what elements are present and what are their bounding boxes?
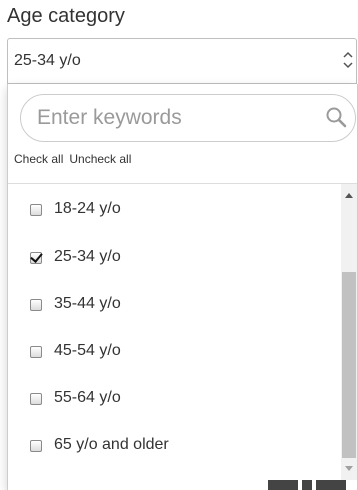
uncheck-all-link[interactable]: Uncheck all xyxy=(69,152,131,166)
checkbox[interactable] xyxy=(30,204,42,216)
option-65-plus[interactable]: 65 y/o and older xyxy=(8,426,340,472)
option-label: 55-64 y/o xyxy=(54,389,121,406)
field-label: Age category xyxy=(7,5,125,27)
scroll-down-arrow-icon[interactable] xyxy=(345,466,353,471)
checkbox[interactable] xyxy=(30,393,42,405)
scrollbar-thumb[interactable] xyxy=(342,272,356,458)
scrollbar[interactable] xyxy=(341,184,357,480)
age-category-filter: Age category 25-34 y/o Check all Uncheck … xyxy=(0,0,358,490)
options-list: 18-24 y/o 25-34 y/o 35-44 y/o 45-54 y/o … xyxy=(8,184,340,484)
checkbox[interactable] xyxy=(30,346,42,358)
bulk-actions: Check all Uncheck all xyxy=(14,152,131,166)
age-category-select[interactable]: 25-34 y/o xyxy=(7,38,357,84)
checkbox[interactable] xyxy=(30,252,42,264)
check-all-link[interactable]: Check all xyxy=(14,152,63,166)
search-input[interactable] xyxy=(37,105,307,131)
checkbox[interactable] xyxy=(30,440,42,452)
search-icon[interactable] xyxy=(325,106,347,128)
selected-value: 25-34 y/o xyxy=(14,52,81,69)
checkbox[interactable] xyxy=(30,299,42,311)
search-box xyxy=(20,94,356,142)
option-35-44[interactable]: 35-44 y/o xyxy=(8,285,340,331)
option-label: 25-34 y/o xyxy=(54,248,121,265)
background-text-fragment xyxy=(250,480,350,490)
scroll-up-arrow-icon[interactable] xyxy=(345,193,353,198)
option-55-64[interactable]: 55-64 y/o xyxy=(8,379,340,425)
updown-chevron-icon xyxy=(343,51,353,69)
option-18-24[interactable]: 18-24 y/o xyxy=(8,190,340,236)
option-label: 65 y/o and older xyxy=(54,436,169,453)
option-25-34[interactable]: 25-34 y/o xyxy=(8,238,340,284)
option-label: 18-24 y/o xyxy=(54,200,121,217)
option-label: 45-54 y/o xyxy=(54,342,121,359)
option-label: 35-44 y/o xyxy=(54,295,121,312)
option-45-54[interactable]: 45-54 y/o xyxy=(8,332,340,378)
